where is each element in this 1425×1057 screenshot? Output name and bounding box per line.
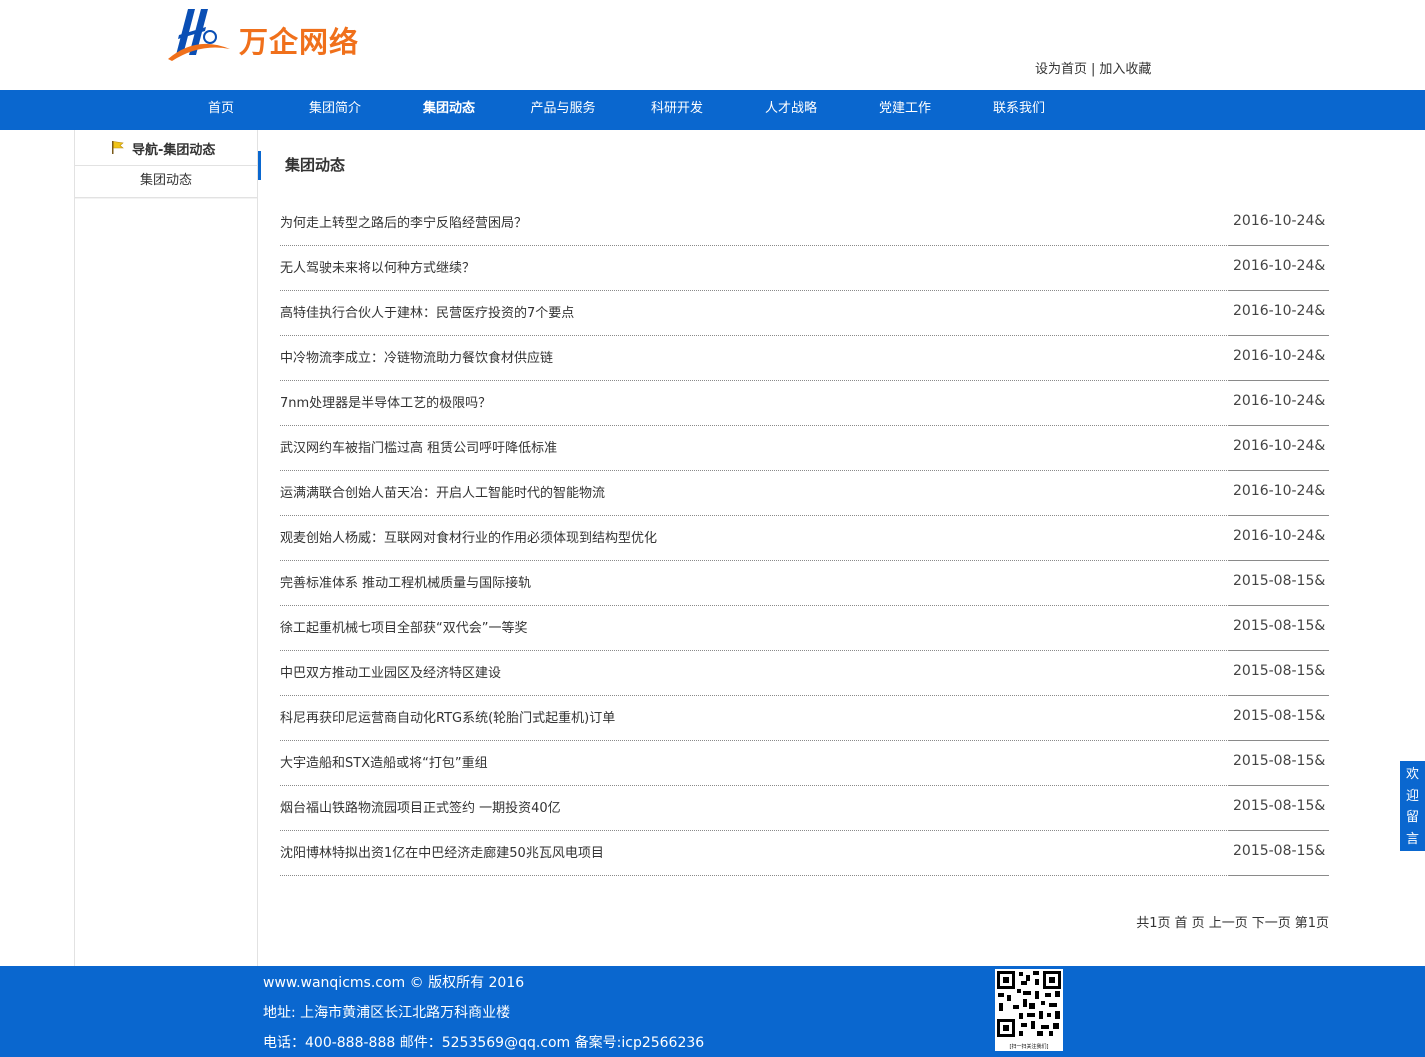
news-date: 2016-10-24&: [1228, 336, 1329, 381]
news-title-link[interactable]: 武汉网约车被指门槛过高 租赁公司呼吁降低标准: [280, 437, 557, 456]
news-date: 2016-10-24&: [1228, 246, 1329, 291]
sidebar: 导航-集团动态 集团动态: [74, 130, 258, 966]
list-item: 为何走上转型之路后的李宁反陷经营困局？ 2016-10-24&: [280, 200, 1329, 246]
pager-next-button[interactable]: 下一页: [1252, 916, 1291, 931]
list-item: 完善标准体系 推动工程机械质量与国际接轨 2015-08-15&: [280, 561, 1329, 606]
news-date: 2015-08-15&: [1228, 561, 1329, 606]
main-nav: 首页 集团简介 集团动态 产品与服务 科研开发 人才战略 党建工作 联系我们: [0, 90, 1425, 130]
list-item: 中巴双方推动工业园区及经济特区建设 2015-08-15&: [280, 651, 1329, 696]
pager-prev-button[interactable]: 上一页: [1209, 916, 1248, 931]
nav-item-group-news[interactable]: 集团动态: [392, 90, 506, 130]
footer-contact: 电话：400-888-888 邮件：5253569@qq.com 备案号:icp…: [263, 1035, 705, 1051]
list-item: 观麦创始人杨威：互联网对食材行业的作用必须体现到结构型优化 2016-10-24&: [280, 516, 1329, 561]
news-title-link[interactable]: 徐工起重机械七项目全部获“双代会”一等奖: [280, 617, 527, 636]
leave-message-tab[interactable]: 欢 迎 留 言: [1400, 761, 1425, 851]
site-footer: www.wanqicms.com © 版权所有 2016 地址: 上海市黄浦区长…: [0, 966, 1425, 1057]
news-date: 2015-08-15&: [1228, 696, 1329, 741]
news-date: 2015-08-15&: [1228, 831, 1329, 876]
news-date: 2015-08-15&: [1228, 651, 1329, 696]
news-date: 2015-08-15&: [1228, 786, 1329, 831]
nav-item-research[interactable]: 科研开发: [620, 90, 734, 130]
news-list: 为何走上转型之路后的李宁反陷经营困局？ 2016-10-24& 无人驾驶未来将以何…: [280, 200, 1329, 876]
list-item: 大宇造船和STX造船或将“打包”重组 2015-08-15&: [280, 741, 1329, 786]
sidebar-title: 导航-集团动态: [75, 130, 257, 166]
news-date: 2016-10-24&: [1228, 516, 1329, 561]
list-item: 武汉网约车被指门槛过高 租赁公司呼吁降低标准 2016-10-24&: [280, 426, 1329, 471]
link-separator: |: [1091, 62, 1096, 77]
news-title-link[interactable]: 观麦创始人杨威：互联网对食材行业的作用必须体现到结构型优化: [280, 527, 657, 546]
logo-text: 万企网络: [239, 25, 360, 59]
news-title-link[interactable]: 沈阳博林特拟出资1亿在中巴经济走廊建50兆瓦风电项目: [280, 842, 604, 861]
logo-mark-icon: [168, 9, 230, 61]
news-title-link[interactable]: 烟台福山铁路物流园项目正式签约 一期投资40亿: [280, 797, 561, 816]
news-title-link[interactable]: 大宇造船和STX造船或将“打包”重组: [280, 752, 488, 771]
site-logo[interactable]: 万企网络: [166, 5, 366, 61]
flag-icon: [112, 141, 124, 154]
qr-code-icon: [997, 971, 1061, 1037]
footer-address: 地址: 上海市黄浦区长江北路万科商业楼: [263, 1005, 511, 1021]
news-title-link[interactable]: 无人驾驶未来将以何种方式继续？: [280, 257, 475, 276]
site-header: 万企网络 设为首页 | 加入收藏: [0, 0, 1425, 90]
tab-char: 言: [1405, 831, 1419, 847]
pager-current: 第1页: [1294, 916, 1329, 931]
qr-code: [扫一扫关注我们]: [995, 969, 1063, 1051]
news-date: 2015-08-15&: [1228, 606, 1329, 651]
add-favorite-link[interactable]: 加入收藏: [1099, 62, 1151, 77]
news-title-link[interactable]: 为何走上转型之路后的李宁反陷经营困局？: [280, 212, 527, 231]
pager-total: 共1页: [1136, 916, 1171, 931]
sidebar-title-text: 导航-集团动态: [132, 143, 216, 158]
nav-item-home[interactable]: 首页: [164, 90, 278, 130]
tab-char: 迎: [1405, 788, 1419, 804]
sidebar-item-group-news[interactable]: 集团动态: [75, 166, 257, 198]
pagination: 共1页首 页上一页 下一页 第1页: [1132, 912, 1329, 931]
news-date: 2016-10-24&: [1228, 381, 1329, 426]
news-date: 2015-08-15&: [1228, 741, 1329, 786]
news-title-link[interactable]: 高特佳执行合伙人于建林：民营医疗投资的7个要点: [280, 302, 574, 321]
news-title-link[interactable]: 中巴双方推动工业园区及经济特区建设: [280, 662, 501, 681]
footer-copyright: www.wanqicms.com © 版权所有 2016: [263, 975, 525, 991]
pager-first-button[interactable]: 首 页: [1175, 916, 1205, 931]
list-item: 运满满联合创始人苗天冶：开启人工智能时代的智能物流 2016-10-24&: [280, 471, 1329, 516]
tab-char: 欢: [1405, 767, 1419, 782]
list-item: 烟台福山铁路物流园项目正式签约 一期投资40亿 2015-08-15&: [280, 786, 1329, 831]
tab-char: 留: [1405, 810, 1419, 825]
nav-item-talent[interactable]: 人才战略: [734, 90, 848, 130]
news-title-link[interactable]: 科尼再获印尼运营商自动化RTG系统(轮胎门式起重机)订单: [280, 707, 615, 726]
page-title: 集团动态: [258, 151, 345, 180]
list-item: 中冷物流李成立：冷链物流助力餐饮食材供应链 2016-10-24&: [280, 336, 1329, 381]
nav-item-contact[interactable]: 联系我们: [962, 90, 1076, 130]
qr-caption: [扫一扫关注我们]: [1009, 1044, 1049, 1050]
list-item: 沈阳博林特拟出资1亿在中巴经济走廊建50兆瓦风电项目 2015-08-15&: [280, 831, 1329, 876]
news-title-link[interactable]: 完善标准体系 推动工程机械质量与国际接轨: [280, 572, 531, 591]
news-date: 2016-10-24&: [1228, 291, 1329, 336]
nav-item-group-intro[interactable]: 集团简介: [278, 90, 392, 130]
list-item: 无人驾驶未来将以何种方式继续？ 2016-10-24&: [280, 246, 1329, 291]
list-item: 7nm处理器是半导体工艺的极限吗？ 2016-10-24&: [280, 381, 1329, 426]
news-title-link[interactable]: 中冷物流李成立：冷链物流助力餐饮食材供应链: [280, 347, 553, 366]
list-item: 高特佳执行合伙人于建林：民营医疗投资的7个要点 2016-10-24&: [280, 291, 1329, 336]
nav-item-party-building[interactable]: 党建工作: [848, 90, 962, 130]
news-date: 2016-10-24&: [1228, 201, 1329, 246]
top-links: 设为首页 | 加入收藏: [1035, 58, 1151, 77]
list-item: 徐工起重机械七项目全部获“双代会”一等奖 2015-08-15&: [280, 606, 1329, 651]
list-item: 科尼再获印尼运营商自动化RTG系统(轮胎门式起重机)订单 2015-08-15&: [280, 696, 1329, 741]
news-title-link[interactable]: 运满满联合创始人苗天冶：开启人工智能时代的智能物流: [280, 482, 605, 501]
set-homepage-link[interactable]: 设为首页: [1035, 62, 1087, 77]
news-date: 2016-10-24&: [1228, 471, 1329, 516]
news-title-link[interactable]: 7nm处理器是半导体工艺的极限吗？: [280, 392, 491, 411]
nav-item-products-services[interactable]: 产品与服务: [506, 90, 620, 130]
news-date: 2016-10-24&: [1228, 426, 1329, 471]
